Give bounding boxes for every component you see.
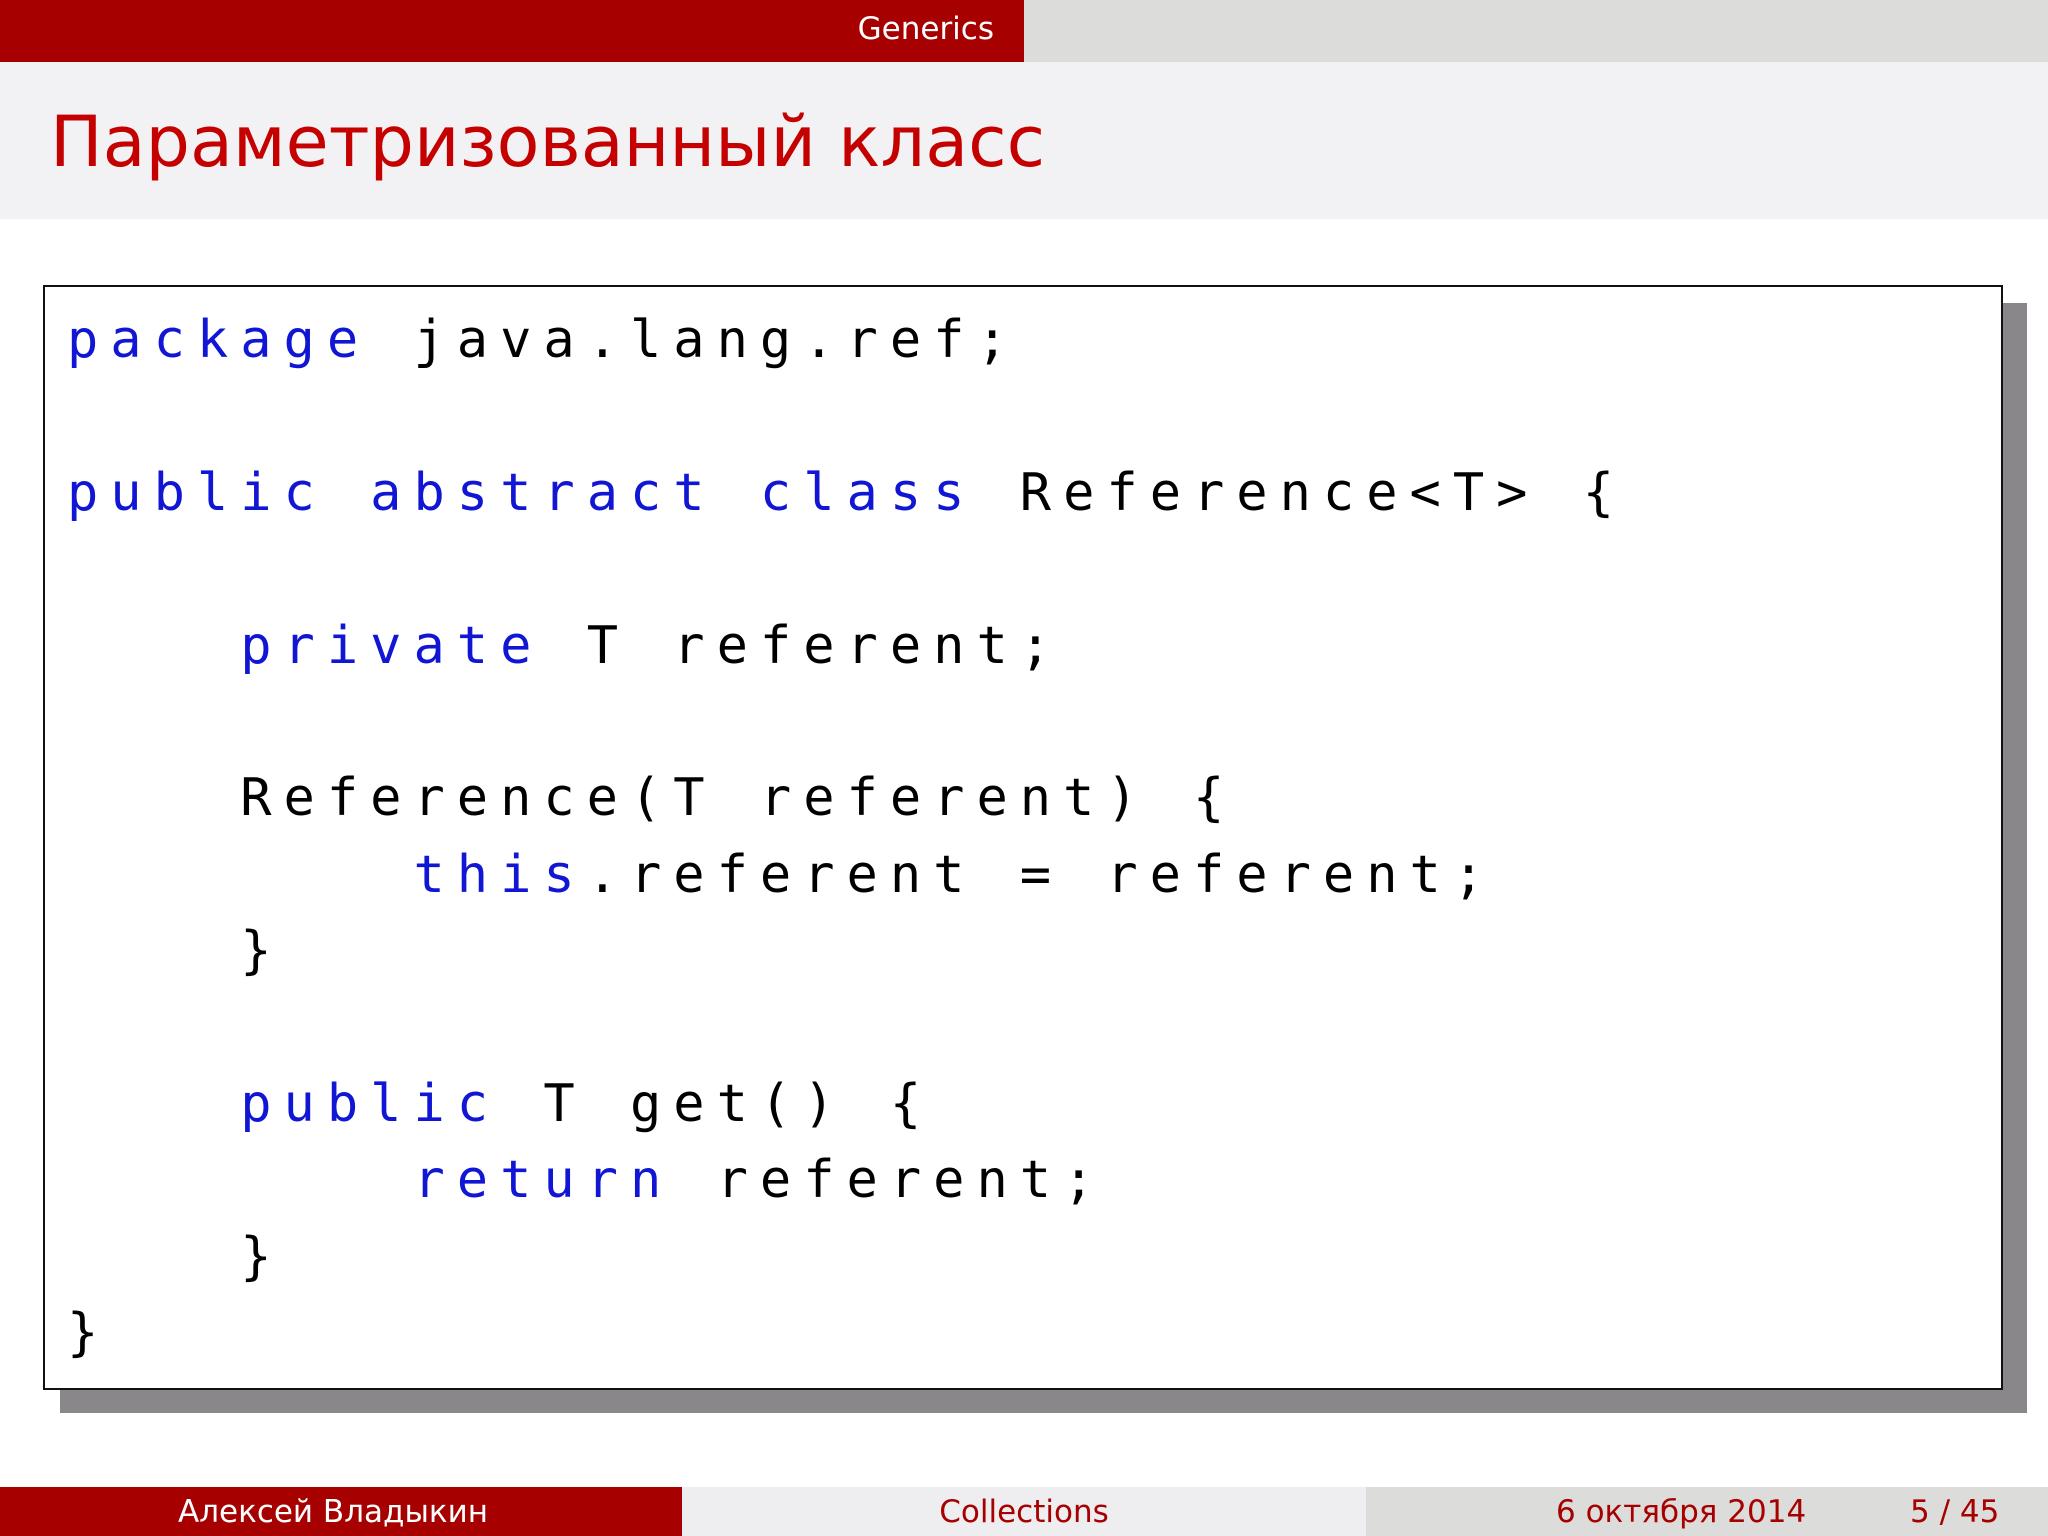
- code-line: private T referent;: [67, 611, 1063, 681]
- code-line: }: [67, 916, 284, 986]
- footer-topic-section: Collections: [682, 1487, 1366, 1536]
- code-line: return referent;: [67, 1145, 1106, 1215]
- code-keyword: abstract: [370, 462, 717, 523]
- footer-date-section: 6 октября 2014 5 / 45: [1366, 1487, 2048, 1536]
- code-text: Reference<T> {: [976, 462, 1627, 523]
- code-text: }: [67, 1226, 284, 1287]
- code-keyword: this: [413, 844, 587, 905]
- code-text: T get() {: [500, 1074, 934, 1134]
- code-line: }: [67, 1222, 284, 1292]
- top-bar-right-section: [1024, 0, 2048, 62]
- footer-author: Алексей Владыкин: [178, 1494, 489, 1530]
- footer-author-section: Алексей Владыкин: [0, 1487, 682, 1536]
- section-name[interactable]: Generics: [858, 0, 994, 62]
- title-band: Параметризованный класс: [0, 62, 2048, 219]
- code-text: Reference(T referent) {: [67, 768, 1237, 829]
- frame-title: Параметризованный класс: [50, 101, 1046, 183]
- footer-page-number: 5 / 45: [1910, 1494, 2000, 1530]
- code-text: T referent;: [543, 615, 1064, 676]
- code-keyword: private: [240, 615, 544, 676]
- code-line: this.referent = referent;: [67, 840, 1496, 910]
- footer-date: 6 октября 2014: [1556, 1494, 1807, 1530]
- footer-topic: Collections: [939, 1494, 1109, 1530]
- code-keyword: public: [240, 1074, 501, 1134]
- top-bar-left-section: Generics: [0, 0, 1024, 62]
- code-line: }: [67, 1298, 110, 1368]
- code-line: package java.lang.ref;: [67, 305, 1020, 375]
- code-keyword: public: [67, 462, 327, 523]
- code-listing: package java.lang.ref; public abstract cl…: [43, 285, 2003, 1390]
- code-text: .referent = referent;: [586, 844, 1497, 905]
- code-text: }: [67, 921, 284, 982]
- code-keyword: class: [759, 462, 977, 523]
- code-line: Reference(T referent) {: [67, 763, 1236, 833]
- code-line: public T get() {: [67, 1069, 933, 1139]
- code-keyword: return: [413, 1150, 674, 1211]
- code-line: public abstract class Reference<T> {: [67, 458, 1626, 528]
- code-text: java.lang.ref;: [370, 310, 1020, 370]
- code-keyword: package: [67, 310, 371, 370]
- footer-bar: Алексей Владыкин Collections 6 октября 2…: [0, 1487, 2048, 1536]
- top-navigation-bar: Generics: [0, 0, 2048, 62]
- code-text: }: [67, 1303, 111, 1364]
- code-text: referent;: [673, 1150, 1107, 1211]
